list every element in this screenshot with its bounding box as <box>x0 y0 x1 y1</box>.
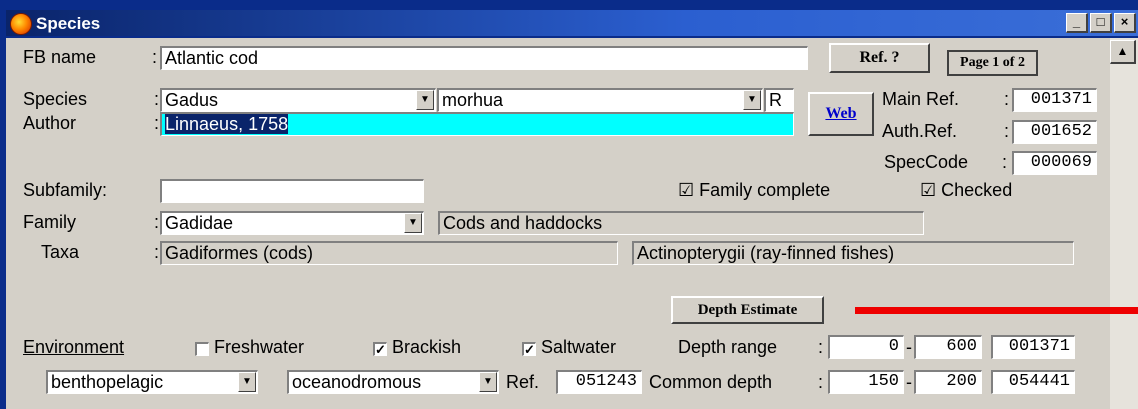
web-button[interactable]: Web <box>808 92 874 136</box>
fb-name-label: FB name <box>23 47 97 67</box>
minimize-button[interactable]: _ <box>1066 13 1088 33</box>
common-depth-ref[interactable]: 054441 <box>991 370 1075 394</box>
habitat-ref-label: Ref. <box>506 372 540 392</box>
speccode-field[interactable]: 000069 <box>1012 151 1097 175</box>
page-indicator: Page 1 of 2 <box>947 50 1038 76</box>
maximize-button[interactable]: □ <box>1090 13 1112 33</box>
checked-label: Checked <box>941 180 1013 200</box>
common-depth-colon: : <box>818 372 824 392</box>
auth-ref-colon: : <box>1004 121 1010 141</box>
freshwater-label: Freshwater <box>214 337 305 357</box>
saltwater-checkbox[interactable]: ✓ <box>522 342 536 356</box>
migration-dropdown-icon[interactable]: ▼ <box>479 372 497 392</box>
auth-ref-field[interactable]: 001652 <box>1012 120 1097 144</box>
habitat-ref-field[interactable]: 051243 <box>556 370 642 394</box>
family-complete-checkbox[interactable]: ☑ Family complete <box>678 180 830 201</box>
depth-range-ref[interactable]: 001371 <box>991 335 1075 359</box>
freshwater-checkbox[interactable] <box>195 342 209 356</box>
fb-name-field[interactable]: Atlantic cod <box>160 46 808 70</box>
depth-estimate-button[interactable]: Depth Estimate <box>671 296 824 324</box>
common-depth-label: Common depth <box>649 372 773 392</box>
genus-dropdown-icon[interactable]: ▼ <box>416 90 434 110</box>
speccode-colon: : <box>1002 152 1008 172</box>
subfamily-label: Subfamily: <box>23 180 108 200</box>
author-label: Author <box>23 113 77 133</box>
taxa-order-field: Gadiformes (cods) <box>160 241 618 265</box>
common-depth-max[interactable]: 200 <box>914 370 982 394</box>
window-title: Species <box>36 14 101 33</box>
depth-range-max[interactable]: 600 <box>914 335 982 359</box>
saltwater-label: Saltwater <box>541 337 617 357</box>
main-ref-colon: : <box>1004 89 1010 109</box>
species-flag-field[interactable]: R <box>764 88 794 112</box>
scroll-up-icon[interactable]: ▲ <box>1110 40 1136 64</box>
depth-range-min[interactable]: 0 <box>828 335 904 359</box>
family-common-name: Cods and haddocks <box>438 211 924 235</box>
family-select[interactable]: Gadidae <box>160 211 424 235</box>
species-window: Species _ □ × FB name : Atlantic cod Ref… <box>0 0 1138 409</box>
ref-query-button[interactable]: Ref. ? <box>829 43 930 73</box>
taxa-class-field: Actinopterygii (ray-finned fishes) <box>632 241 1074 265</box>
depth-range-colon: : <box>818 337 824 357</box>
common-depth-min[interactable]: 150 <box>828 370 904 394</box>
vertical-scrollbar[interactable]: ▲ <box>1110 38 1138 409</box>
species-colon: : <box>154 89 160 109</box>
author-colon: : <box>154 113 160 133</box>
speccode-label: SpecCode <box>884 152 969 172</box>
app-fish-icon <box>10 13 32 35</box>
checked-check-icon: ☑ <box>920 180 937 200</box>
checked-checkbox[interactable]: ☑ Checked <box>920 180 1012 201</box>
author-selected-text: Linnaeus, 1758 <box>165 114 289 134</box>
family-complete-label: Family complete <box>699 180 831 200</box>
taxa-label: Taxa <box>41 242 80 262</box>
main-ref-label: Main Ref. <box>882 89 960 109</box>
common-depth-dash: - <box>906 372 912 392</box>
species-label: Species <box>23 89 88 109</box>
depth-range-label: Depth range <box>678 337 778 357</box>
depth-range-dash: - <box>906 337 912 357</box>
family-complete-check-icon: ☑ <box>678 180 695 200</box>
brackish-label: Brackish <box>392 337 462 357</box>
close-button[interactable]: × <box>1114 13 1136 33</box>
author-field[interactable]: Linnaeus, 1758 <box>160 112 794 136</box>
auth-ref-label: Auth.Ref. <box>882 121 958 141</box>
form-area: FB name : Atlantic cod Ref. ? Page 1 of … <box>6 38 1138 409</box>
title-bar[interactable]: Species _ □ × <box>6 10 1138 36</box>
zone-select[interactable]: benthopelagic <box>46 370 258 394</box>
family-label: Family <box>23 212 76 232</box>
environment-label: Environment <box>23 337 125 357</box>
family-colon: : <box>154 212 160 232</box>
genus-select[interactable]: Gadus <box>160 88 436 112</box>
taxa-colon: : <box>154 242 160 262</box>
migration-select[interactable]: oceanodromous <box>287 370 499 394</box>
main-ref-field[interactable]: 001371 <box>1012 88 1097 112</box>
family-dropdown-icon[interactable]: ▼ <box>404 213 422 233</box>
zone-dropdown-icon[interactable]: ▼ <box>238 372 256 392</box>
annotation-red-line <box>855 307 1138 314</box>
subfamily-field[interactable] <box>160 179 424 203</box>
fb-name-colon: : <box>152 47 158 67</box>
brackish-checkbox[interactable]: ✓ <box>373 342 387 356</box>
species-select[interactable]: morhua <box>437 88 763 112</box>
species-dropdown-icon[interactable]: ▼ <box>743 90 761 110</box>
